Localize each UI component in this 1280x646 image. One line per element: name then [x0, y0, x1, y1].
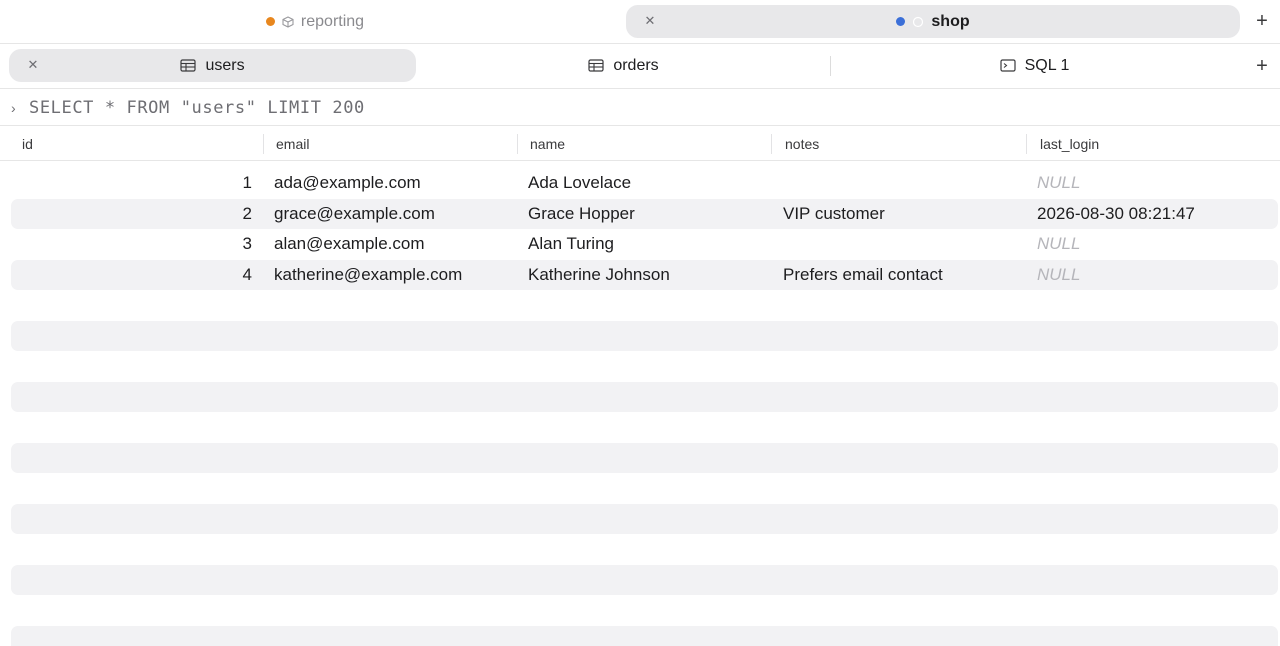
cell-notes[interactable]: Prefers email contact	[783, 260, 1023, 290]
connection-tab-bar: reporting ✕ shop +	[0, 0, 1280, 44]
table-row[interactable]: 2 grace@example.com Grace Hopper VIP cus…	[11, 199, 1278, 229]
empty-row	[11, 382, 1278, 412]
plus-icon: +	[1256, 54, 1268, 77]
cell-email[interactable]: alan@example.com	[274, 229, 514, 259]
editor-tab-bar: ✕ users orders SQL 1 +	[0, 45, 1280, 89]
empty-row	[11, 321, 1278, 351]
table-icon	[180, 59, 197, 72]
tab-sql-1[interactable]: SQL 1	[831, 49, 1238, 82]
cell-id[interactable]: 1	[11, 168, 252, 198]
chevron-right-icon[interactable]: ›	[11, 100, 23, 116]
table-row[interactable]: 4 katherine@example.com Katherine Johnso…	[11, 260, 1278, 290]
cell-last-login[interactable]: 2026-08-30 08:21:47	[1037, 199, 1277, 229]
cell-email[interactable]: grace@example.com	[274, 199, 514, 229]
connection-tab-reporting[interactable]: reporting	[10, 5, 620, 38]
tab-label: users	[205, 56, 245, 74]
cell-email[interactable]: ada@example.com	[274, 168, 514, 198]
column-divider[interactable]	[1026, 134, 1027, 154]
empty-row	[11, 504, 1278, 534]
close-icon[interactable]: ✕	[642, 13, 658, 29]
cell-id[interactable]: 3	[11, 229, 252, 259]
terminal-icon	[1000, 59, 1016, 72]
cell-notes[interactable]: VIP customer	[783, 199, 1023, 229]
column-header-email[interactable]: email	[276, 127, 309, 161]
connection-tab-label: reporting	[300, 12, 365, 30]
new-tab-button[interactable]: +	[1252, 54, 1272, 77]
connection-tab-shop[interactable]: ✕ shop	[626, 5, 1240, 38]
cell-id[interactable]: 2	[11, 199, 252, 229]
column-divider[interactable]	[517, 134, 518, 154]
database-icon	[913, 16, 924, 27]
table-row[interactable]: 3 alan@example.com Alan Turing NULL	[11, 229, 1278, 259]
query-text[interactable]: SELECT * FROM "users" LIMIT 200	[29, 98, 365, 118]
cell-last-login[interactable]: NULL	[1037, 168, 1277, 198]
tab-label: orders	[613, 56, 659, 74]
column-header-id[interactable]: id	[22, 127, 33, 161]
close-icon[interactable]: ✕	[25, 57, 41, 73]
new-connection-button[interactable]: +	[1252, 9, 1272, 32]
tab-orders[interactable]: orders	[420, 49, 827, 82]
empty-row	[11, 626, 1278, 646]
status-dot	[896, 17, 906, 26]
cell-name[interactable]: Ada Lovelace	[528, 168, 768, 198]
column-header-last-login[interactable]: last_login	[1040, 127, 1099, 161]
cell-name[interactable]: Alan Turing	[528, 229, 768, 259]
empty-row	[11, 443, 1278, 473]
status-dot	[265, 17, 275, 26]
connection-tab-label: shop	[931, 12, 970, 30]
column-header-name[interactable]: name	[530, 127, 565, 161]
cell-notes[interactable]	[783, 168, 1023, 198]
plus-icon: +	[1256, 9, 1268, 32]
column-divider[interactable]	[263, 134, 264, 154]
column-header-notes[interactable]: notes	[785, 127, 819, 161]
cell-notes[interactable]	[783, 229, 1023, 259]
cell-last-login[interactable]: NULL	[1037, 260, 1277, 290]
cell-name[interactable]: Grace Hopper	[528, 199, 768, 229]
table-header: id email name notes last_login	[0, 127, 1280, 161]
column-divider[interactable]	[771, 134, 772, 154]
table-row[interactable]: 1 ada@example.com Ada Lovelace NULL	[11, 168, 1278, 198]
tab-users[interactable]: ✕ users	[9, 49, 416, 82]
cell-name[interactable]: Katherine Johnson	[528, 260, 768, 290]
cell-id[interactable]: 4	[11, 260, 252, 290]
table-icon	[588, 59, 604, 72]
cell-email[interactable]: katherine@example.com	[274, 260, 514, 290]
cell-last-login[interactable]: NULL	[1037, 229, 1277, 259]
database-icon	[282, 15, 294, 28]
query-bar[interactable]: › SELECT * FROM "users" LIMIT 200	[0, 90, 1280, 126]
empty-row	[11, 565, 1278, 595]
tab-label: SQL 1	[1024, 56, 1070, 74]
